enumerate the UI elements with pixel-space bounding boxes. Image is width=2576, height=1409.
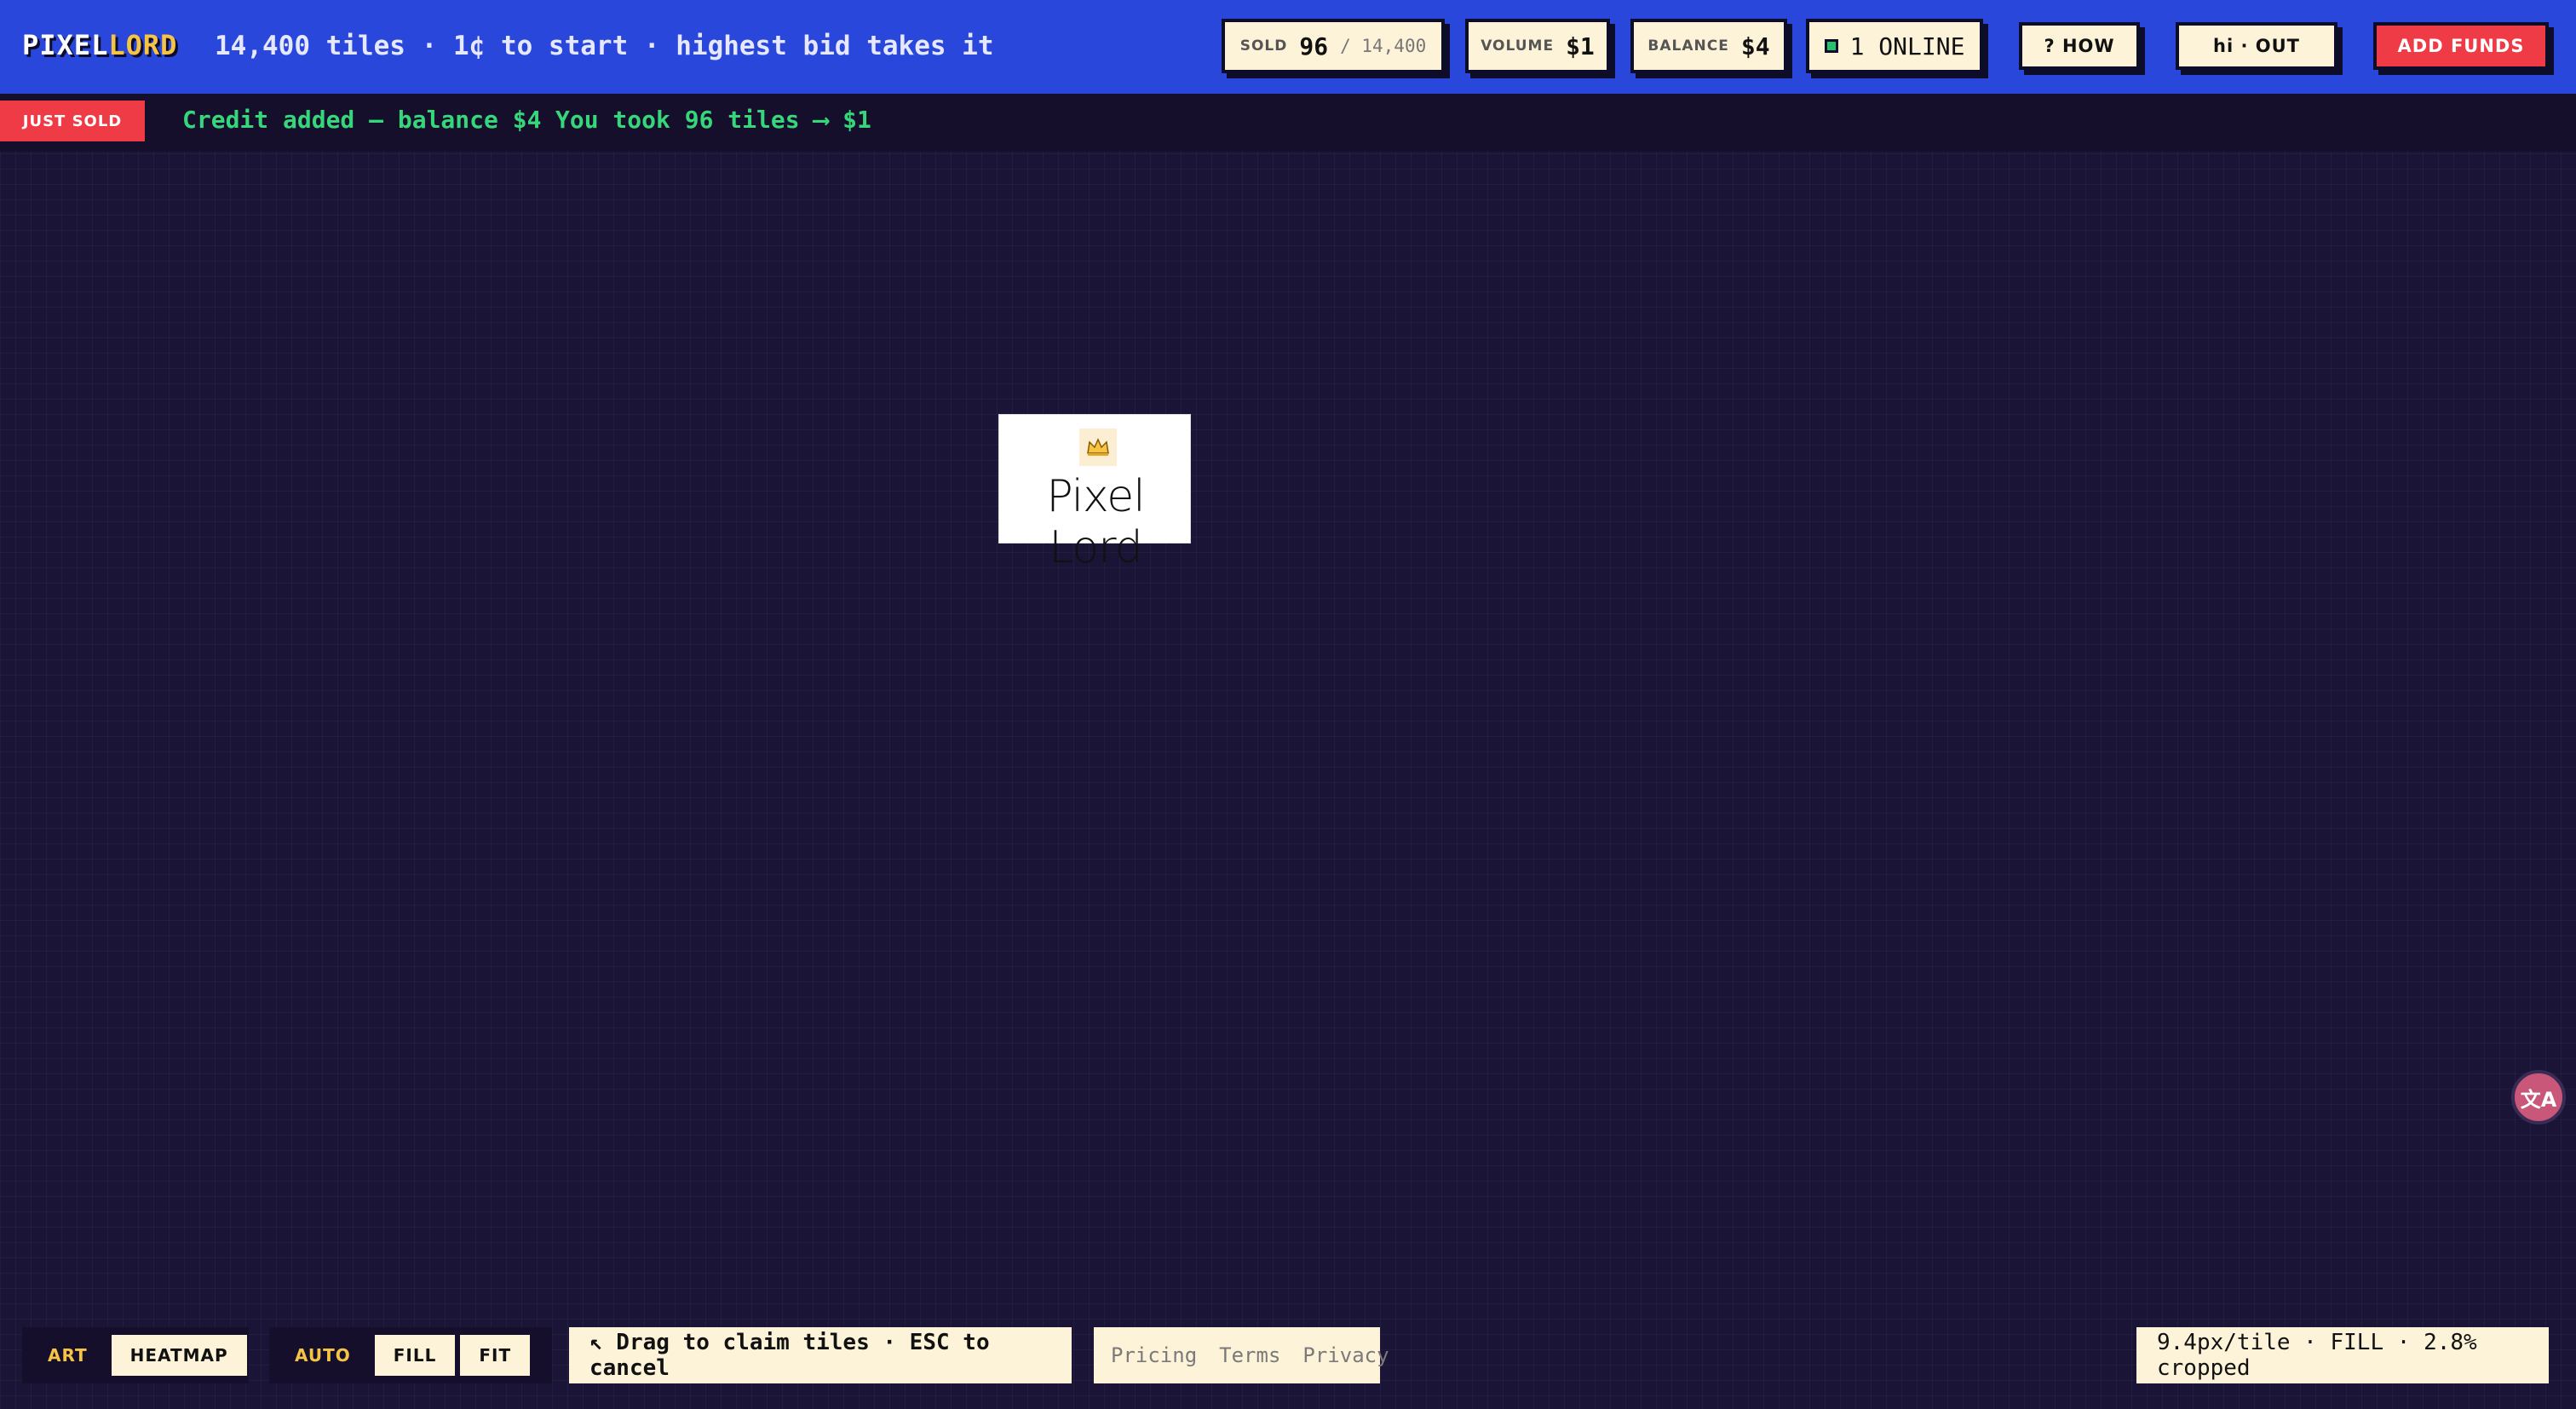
volume-value: $1 (1566, 32, 1595, 60)
volume-label: VOLUME (1481, 37, 1555, 55)
tile-art-text: Pixel Lord (1046, 471, 1145, 573)
footer-links: Pricing Terms Privacy (1094, 1327, 1389, 1383)
drag-hint: ↖ Drag to claim tiles · ESC to cancel (569, 1327, 1072, 1383)
ticker-message: Credit added — balance $4 (182, 106, 542, 134)
online-count: 1 ONLINE (1849, 32, 1965, 60)
top-bar: PIXELLORD 14,400 tiles · 1¢ to start · h… (0, 0, 2576, 94)
terms-link[interactable]: Terms (1219, 1343, 1280, 1367)
balance-stat: BALANCE $4 (1630, 19, 1787, 73)
heatmap-mode-button[interactable]: HEATMAP (111, 1335, 247, 1376)
fit-mode-toggle: AUTO FILL FIT (269, 1327, 552, 1383)
auto-fit-button[interactable]: AUTO (276, 1335, 370, 1376)
how-button[interactable]: ? HOW (2019, 22, 2140, 70)
art-mode-button[interactable]: ART (29, 1335, 106, 1376)
volume-stat: VOLUME $1 (1465, 19, 1610, 73)
crown-icon (1079, 428, 1117, 466)
ticker-message: You took 96 tiles ⟶ $1 (555, 106, 871, 134)
translate-icon[interactable]: 文A (2511, 1070, 2566, 1124)
activity-ticker: JUST SOLD Credit added — balance $4 You … (0, 94, 2576, 152)
view-mode-toggle: ART HEATMAP (22, 1327, 249, 1383)
sold-value: 96 (1299, 32, 1329, 60)
logo[interactable]: PIXELLORD (22, 29, 177, 61)
online-status-icon (1824, 39, 1838, 53)
online-stat: 1 ONLINE (1806, 19, 1983, 73)
fit-fit-button[interactable]: FIT (460, 1335, 531, 1376)
logout-button[interactable]: hi · OUT (2176, 22, 2337, 70)
add-funds-button[interactable]: ADD FUNDS (2373, 22, 2549, 70)
balance-value: $4 (1740, 32, 1770, 60)
logo-part-pixel: PIXEL (22, 29, 109, 61)
tagline: 14,400 tiles · 1¢ to start · highest bid… (215, 31, 994, 61)
fill-fit-button[interactable]: FILL (374, 1335, 456, 1376)
logo-part-lord: LORD (108, 29, 178, 61)
sold-label: SOLD (1239, 37, 1288, 55)
balance-label: BALANCE (1647, 37, 1729, 55)
sold-total: / 14,400 (1340, 36, 1427, 56)
claimed-tile-art[interactable]: Pixel Lord (998, 414, 1191, 573)
just-sold-badge: JUST SOLD (0, 101, 145, 141)
sold-stat: SOLD 96 / 14,400 (1222, 19, 1445, 73)
privacy-link[interactable]: Privacy (1302, 1343, 1389, 1367)
zoom-status: 9.4px/tile · FILL · 2.8% cropped (2136, 1327, 2549, 1383)
pricing-link[interactable]: Pricing (1111, 1343, 1197, 1367)
